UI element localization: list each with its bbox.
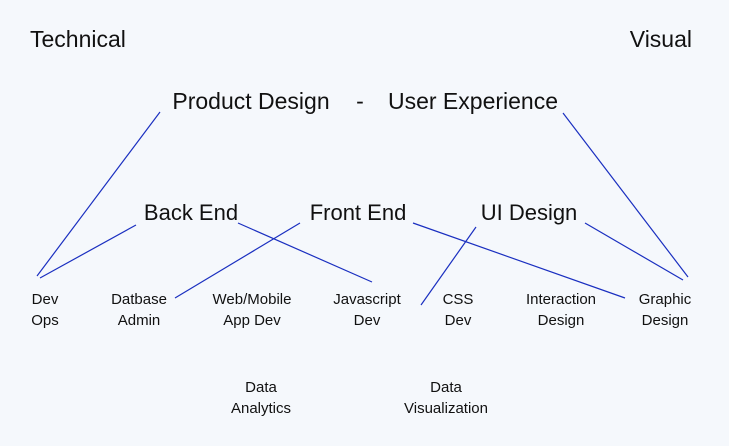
web-mobile-app-dev-line-1: Web/Mobile	[212, 291, 292, 308]
data-visualization-label: Data Visualization	[404, 377, 488, 419]
front-end-label: Front End	[309, 200, 407, 225]
interaction-design-line-2: Design	[537, 312, 585, 329]
visual-label: Visual	[629, 26, 692, 52]
graphic-design-line-1: Graphic	[638, 291, 692, 308]
database-admin-line-2: Admin	[117, 312, 161, 329]
interaction-design-label: Interaction Design	[526, 289, 596, 331]
graphic-design-line-2: Design	[641, 312, 689, 329]
back-end-label: Back End	[143, 200, 239, 225]
dev-ops-line-2: Ops	[31, 312, 59, 329]
data-visualization-line-1: Data	[430, 379, 462, 396]
web-mobile-app-dev-line-2: App Dev	[223, 312, 281, 329]
data-analytics-label: Data Analytics	[231, 377, 291, 419]
ui-design-label: UI Design	[480, 200, 578, 225]
connector-front-end-to-database-admin	[174, 222, 301, 299]
web-mobile-app-dev-label: Web/Mobile App Dev	[213, 289, 292, 331]
database-admin-line-1: Datbase	[111, 291, 167, 308]
skills-spectrum-diagram: Technical Visual Product Design - User E…	[0, 0, 729, 446]
data-analytics-line-2: Analytics	[230, 400, 292, 417]
javascript-dev-line-2: Dev	[353, 312, 381, 329]
database-admin-label: Datbase Admin	[111, 289, 167, 331]
css-dev-line-2: Dev	[444, 312, 472, 329]
javascript-dev-line-1: Javascript	[333, 291, 401, 308]
graphic-design-label: Graphic Design	[639, 289, 692, 331]
technical-label: Technical	[30, 26, 126, 52]
connector-front-end-to-graphic-design	[412, 222, 626, 299]
data-visualization-line-2: Visualization	[404, 400, 488, 417]
css-dev-line-1: CSS	[442, 291, 474, 308]
dev-ops-line-1: Dev	[31, 291, 59, 308]
connector-back-end-to-javascript-dev	[237, 222, 373, 283]
product-design-label: Product Design	[172, 88, 330, 114]
connector-user-experience-to-graphic-design	[562, 112, 689, 278]
css-dev-label: CSS Dev	[443, 289, 474, 331]
separator-dash: -	[356, 88, 364, 114]
interaction-design-line-1: Interaction	[525, 291, 597, 308]
connector-back-end-to-dev-ops	[39, 224, 137, 279]
connector-product-design-to-dev-ops	[36, 111, 161, 277]
javascript-dev-label: Javascript Dev	[333, 289, 401, 331]
data-analytics-line-1: Data	[245, 379, 277, 396]
dev-ops-label: Dev Ops	[31, 289, 59, 331]
user-experience-label: User Experience	[387, 88, 559, 114]
